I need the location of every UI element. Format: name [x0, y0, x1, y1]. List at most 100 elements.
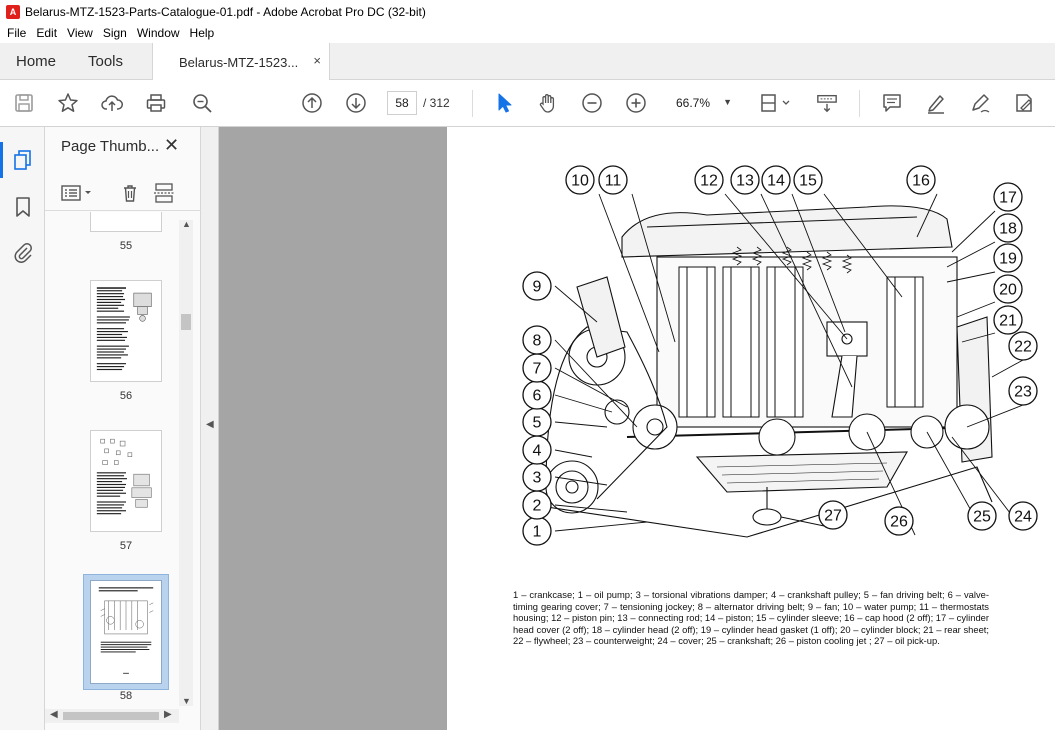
page-number-input[interactable]: 58 — [387, 91, 417, 115]
zoom-level-value: 66.7% — [676, 96, 711, 110]
callout-number: 26 — [890, 514, 908, 531]
thumbnail-toolbar — [45, 175, 201, 211]
zoom-search-icon[interactable] — [190, 91, 214, 115]
callout-number: 9 — [533, 279, 542, 296]
callout-number: 12 — [700, 173, 718, 190]
collapse-left-icon: ◀ — [206, 419, 214, 430]
page-total: / 312 — [423, 96, 450, 110]
engine-drawing — [545, 205, 993, 538]
callout-number: 22 — [1014, 339, 1032, 356]
zoom-in-icon[interactable] — [624, 91, 648, 115]
callout-number: 2 — [533, 498, 542, 515]
highlight-pen-icon[interactable] — [924, 91, 948, 115]
tab-bar: Home Tools Belarus-MTZ-1523... × — [0, 43, 1055, 81]
hand-tool-icon[interactable] — [536, 91, 560, 115]
attachment-icon[interactable] — [11, 240, 35, 264]
callout-number: 18 — [999, 221, 1017, 238]
zoom-level-select[interactable]: 66.7% ▼ — [666, 91, 740, 115]
panel-collapse-handle[interactable]: ◀ — [201, 127, 219, 730]
scroll-up-icon[interactable]: ▲ — [182, 219, 191, 229]
window-title: Belarus-MTZ-1523-Parts-Catalogue-01.pdf … — [25, 4, 426, 19]
callout-number: 13 — [736, 173, 754, 190]
thumbnail-page-55[interactable] — [90, 212, 162, 232]
bookmark-icon[interactable] — [11, 195, 35, 219]
acrobat-icon: A — [6, 4, 20, 19]
menu-bar: File Edit View Sign Window Help — [0, 23, 1055, 43]
select-cursor-icon[interactable] — [492, 91, 516, 115]
menu-window[interactable]: Window — [132, 26, 185, 40]
page-down-icon[interactable] — [344, 91, 368, 115]
callout-number: 16 — [912, 173, 930, 190]
page-thumbnails-panel: Page Thumb... ✕ 55 56 57 58 ▲ ▼ ◀ ▶ — [45, 127, 201, 730]
callout-number: 14 — [767, 173, 785, 190]
document-view[interactable]: 1 2 3 4 5 6 7 8 9 10 11 12 13 14 15 16 17 18 19 20 21 22 23 24 2… — [219, 127, 1055, 730]
save-icon[interactable] — [12, 91, 36, 115]
print-icon[interactable] — [144, 91, 168, 115]
fit-page-icon[interactable] — [758, 91, 794, 115]
close-icon[interactable]: × — [313, 53, 321, 68]
callout-number: 11 — [605, 173, 622, 190]
delete-icon[interactable] — [120, 183, 140, 203]
thumbnail-preview — [96, 438, 152, 515]
scrollbar-thumb[interactable] — [181, 314, 191, 330]
menu-help[interactable]: Help — [185, 26, 220, 40]
callout-number: 23 — [1014, 384, 1032, 401]
callout-number: 17 — [999, 190, 1017, 207]
comment-icon[interactable] — [880, 91, 904, 115]
thumbnail-label: 55 — [119, 240, 133, 252]
thumbnail-preview — [96, 287, 152, 371]
thumbnail-horizontal-scrollbar[interactable]: ◀ ▶ — [45, 709, 179, 723]
callout-number: 20 — [999, 282, 1017, 299]
tab-document-label: Belarus-MTZ-1523... — [179, 54, 299, 70]
scroll-right-icon[interactable]: ▶ — [164, 709, 172, 720]
menu-edit[interactable]: Edit — [31, 26, 62, 40]
callout-number: 10 — [571, 173, 589, 190]
thumbnail-label: 58 — [119, 690, 133, 702]
thumbnail-preview — [98, 587, 154, 674]
callout-number: 27 — [824, 508, 842, 525]
thumbnail-options-icon[interactable] — [61, 183, 95, 203]
menu-sign[interactable]: Sign — [98, 26, 132, 40]
menu-file[interactable]: File — [0, 26, 31, 40]
thumbnail-page-56[interactable] — [90, 280, 162, 382]
scrollbar-thumb[interactable] — [63, 712, 159, 720]
scroll-mode-icon[interactable] — [814, 91, 840, 115]
toolbar: 58 / 312 66.7% ▼ — [0, 80, 1055, 127]
chevron-down-icon: ▼ — [723, 97, 732, 107]
callout-number: 19 — [999, 251, 1017, 268]
callout-number: 25 — [973, 509, 991, 526]
callout-number: 4 — [533, 443, 542, 460]
engine-cutaway-diagram: 12345678910 11 12 13 14 15 1617181920212223242… — [522, 165, 1038, 546]
left-navigation-rail — [0, 127, 45, 730]
callout-number: 5 — [533, 415, 542, 432]
thumbnail-page-57[interactable] — [90, 430, 162, 532]
star-icon[interactable] — [56, 91, 80, 115]
draw-pen-icon[interactable] — [968, 91, 992, 115]
close-panel-icon[interactable]: ✕ — [164, 135, 179, 156]
page-thumbnails-icon[interactable] — [0, 142, 35, 178]
callout-number: 24 — [1014, 509, 1032, 526]
toolbar-divider — [859, 90, 860, 117]
thumbnail-scrollbar[interactable]: ▲ ▼ — [179, 219, 193, 706]
pdf-page: 1 2 3 4 5 6 7 8 9 10 11 12 13 14 15 16 17 18 19 20 21 22 23 24 2… — [447, 127, 1055, 730]
callout-number: 1 — [533, 524, 542, 541]
toolbar-divider — [472, 90, 473, 117]
callout-number: 7 — [533, 361, 542, 378]
menu-view[interactable]: View — [62, 26, 98, 40]
scroll-left-icon[interactable]: ◀ — [50, 709, 58, 720]
insert-page-icon[interactable] — [153, 183, 175, 203]
tab-document[interactable]: Belarus-MTZ-1523... × — [152, 43, 330, 81]
upload-cloud-icon[interactable] — [100, 91, 124, 115]
callout-number: 8 — [533, 333, 542, 350]
callout-number: 15 — [799, 173, 817, 190]
thumbnail-page-58[interactable] — [90, 580, 162, 684]
tab-home[interactable]: Home — [16, 43, 56, 80]
thumbnail-list: 55 56 57 58 — [45, 212, 179, 709]
page-up-icon[interactable] — [300, 91, 324, 115]
callout-number: 3 — [533, 470, 542, 487]
scroll-down-icon[interactable]: ▼ — [182, 696, 191, 706]
tab-tools[interactable]: Tools — [88, 43, 123, 80]
fill-sign-icon[interactable] — [1012, 91, 1036, 115]
zoom-out-icon[interactable] — [580, 91, 604, 115]
thumbnail-label: 56 — [119, 390, 133, 402]
